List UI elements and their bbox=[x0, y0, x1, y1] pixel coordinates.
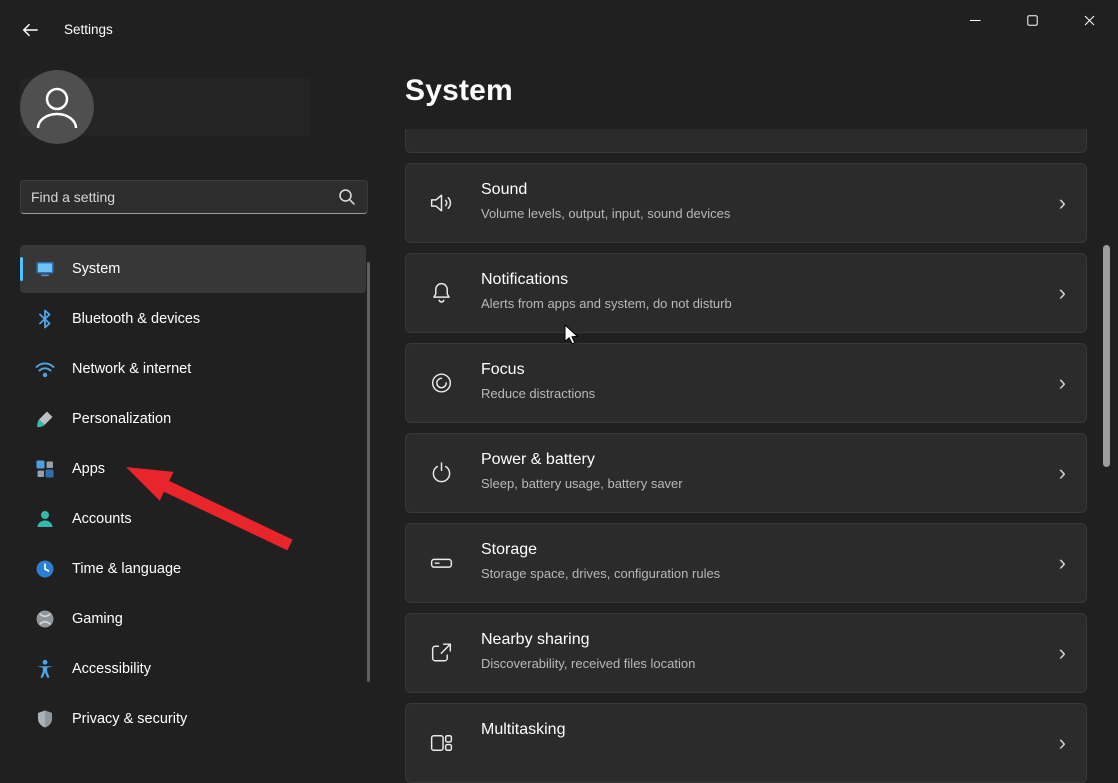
maximize-icon bbox=[1027, 15, 1038, 26]
sidebar-item-label: Apps bbox=[72, 461, 105, 477]
sidebar-nav: System Bluetooth & devices Network & int… bbox=[20, 245, 366, 745]
card-subtitle: Storage space, drives, configuration rul… bbox=[481, 566, 720, 581]
back-button[interactable] bbox=[14, 16, 46, 44]
card-title: Storage bbox=[481, 541, 537, 559]
xbox-sphere-icon bbox=[34, 608, 56, 630]
close-icon bbox=[1084, 15, 1095, 26]
page-title: System bbox=[405, 74, 513, 108]
chevron-right-icon: › bbox=[1059, 192, 1066, 214]
maximize-button[interactable] bbox=[1004, 0, 1061, 40]
storage-drive-icon bbox=[428, 550, 455, 577]
sidebar-item-label: Personalization bbox=[72, 411, 171, 427]
main-scrollbar[interactable] bbox=[1103, 245, 1110, 467]
minimize-button[interactable] bbox=[947, 0, 1004, 40]
sidebar-item-label: Gaming bbox=[72, 611, 123, 627]
sidebar-item-label: Network & internet bbox=[72, 361, 191, 377]
card-subtitle: Reduce distractions bbox=[481, 386, 595, 401]
minimize-icon bbox=[970, 15, 981, 26]
sidebar-item-network-internet[interactable]: Network & internet bbox=[20, 345, 366, 393]
chevron-right-icon: › bbox=[1059, 552, 1066, 574]
card-notifications[interactable]: Notifications Alerts from apps and syste… bbox=[405, 253, 1087, 333]
sidebar-item-accounts[interactable]: Accounts bbox=[20, 495, 366, 543]
sidebar-item-label: Accessibility bbox=[72, 661, 151, 677]
clock-icon bbox=[34, 558, 56, 580]
paintbrush-icon bbox=[34, 408, 56, 430]
share-out-icon bbox=[428, 640, 455, 667]
bluetooth-icon bbox=[34, 308, 56, 330]
default-avatar-icon bbox=[20, 70, 94, 144]
titlebar: Settings bbox=[0, 0, 1118, 48]
multitask-windows-icon bbox=[428, 730, 455, 757]
sidebar-item-gaming[interactable]: Gaming bbox=[20, 595, 366, 643]
card-sound[interactable]: Sound Volume levels, output, input, soun… bbox=[405, 163, 1087, 243]
card-subtitle: Volume levels, output, input, sound devi… bbox=[481, 206, 730, 221]
sidebar-item-time-language[interactable]: Time & language bbox=[20, 545, 366, 593]
card-storage[interactable]: Storage Storage space, drives, configura… bbox=[405, 523, 1087, 603]
chevron-right-icon: › bbox=[1059, 372, 1066, 394]
card-nearby-sharing[interactable]: Nearby sharing Discoverability, received… bbox=[405, 613, 1087, 693]
sidebar-item-label: Bluetooth & devices bbox=[72, 311, 200, 327]
sidebar-item-bluetooth-devices[interactable]: Bluetooth & devices bbox=[20, 295, 366, 343]
settings-window: Settings bbox=[0, 0, 1118, 745]
close-button[interactable] bbox=[1061, 0, 1118, 40]
wifi-icon bbox=[34, 358, 56, 380]
power-icon bbox=[428, 460, 455, 487]
card-title: Sound bbox=[481, 181, 527, 199]
card-title: Notifications bbox=[481, 271, 568, 289]
accessibility-person-icon bbox=[34, 658, 56, 680]
search-icon[interactable] bbox=[337, 187, 357, 207]
card-multitasking[interactable]: Multitasking › bbox=[405, 703, 1087, 783]
avatar[interactable] bbox=[20, 70, 94, 144]
back-arrow-icon bbox=[21, 21, 39, 39]
chevron-right-icon: › bbox=[1059, 462, 1066, 484]
chevron-right-icon: › bbox=[1059, 642, 1066, 664]
sidebar-item-label: Privacy & security bbox=[72, 711, 187, 727]
sidebar-item-privacy-security[interactable]: Privacy & security bbox=[20, 695, 366, 743]
apps-grid-icon bbox=[34, 458, 56, 480]
sidebar-item-personalization[interactable]: Personalization bbox=[20, 395, 366, 443]
window-title: Settings bbox=[64, 22, 113, 37]
shield-icon bbox=[34, 708, 56, 730]
sidebar-item-accessibility[interactable]: Accessibility bbox=[20, 645, 366, 693]
card-focus[interactable]: Focus Reduce distractions › bbox=[405, 343, 1087, 423]
sidebar-item-label: Time & language bbox=[72, 561, 181, 577]
card-title: Power & battery bbox=[481, 451, 595, 469]
sidebar-item-label: System bbox=[72, 261, 120, 277]
sidebar-item-label: Accounts bbox=[72, 511, 132, 527]
card-title: Multitasking bbox=[481, 721, 565, 739]
monitor-icon bbox=[34, 258, 56, 280]
card-subtitle: Alerts from apps and system, do not dist… bbox=[481, 296, 732, 311]
card-subtitle: Sleep, battery usage, battery saver bbox=[481, 476, 683, 491]
chevron-right-icon: › bbox=[1059, 732, 1066, 754]
sidebar-scrollbar[interactable] bbox=[367, 262, 370, 682]
person-icon bbox=[34, 508, 56, 530]
sidebar-item-apps[interactable]: Apps bbox=[20, 445, 366, 493]
selected-indicator bbox=[20, 257, 23, 281]
chevron-right-icon: › bbox=[1059, 282, 1066, 304]
window-controls bbox=[947, 0, 1118, 40]
card-subtitle: Discoverability, received files location bbox=[481, 656, 695, 671]
card-title: Focus bbox=[481, 361, 525, 379]
focus-circle-icon bbox=[428, 370, 455, 397]
speaker-icon bbox=[428, 190, 455, 217]
sidebar-item-system[interactable]: System bbox=[20, 245, 366, 293]
card-clipped-top[interactable] bbox=[405, 129, 1087, 153]
bell-icon bbox=[428, 280, 455, 307]
card-power-battery[interactable]: Power & battery Sleep, battery usage, ba… bbox=[405, 433, 1087, 513]
search-input[interactable] bbox=[21, 189, 337, 205]
search-box[interactable] bbox=[20, 180, 368, 214]
card-title: Nearby sharing bbox=[481, 631, 590, 649]
